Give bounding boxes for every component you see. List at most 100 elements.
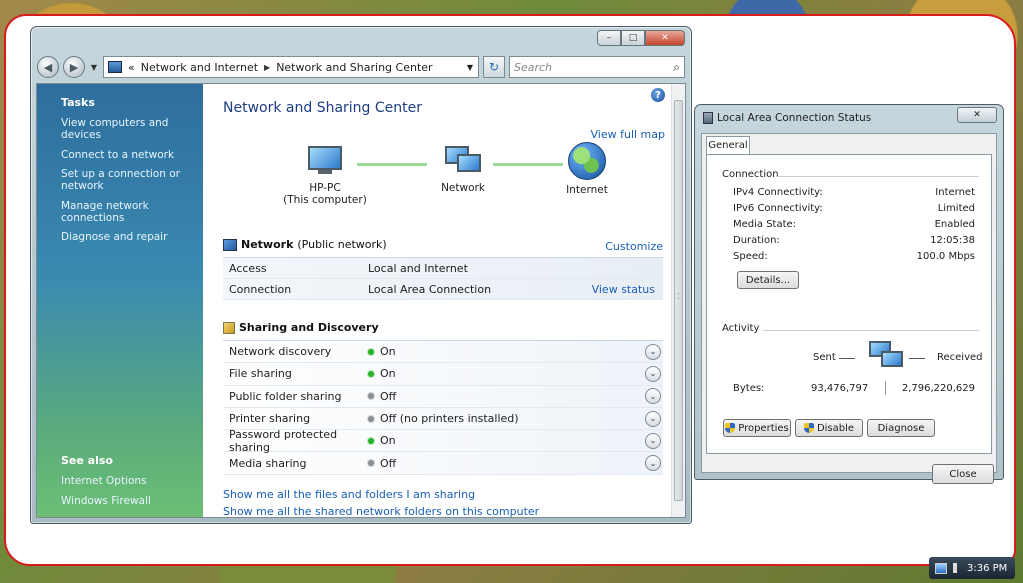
expand-chevron-icon[interactable]: ⌄ (645, 365, 661, 382)
network-name-label: Network (241, 238, 294, 251)
row-key: IPv4 Connectivity: (733, 187, 823, 198)
task-diagnose-repair[interactable]: Diagnose and repair (61, 231, 203, 243)
network-tray-icon[interactable] (935, 562, 947, 574)
caption-buttons: – □ ✕ (597, 30, 685, 46)
map-node-computer[interactable]: HP-PC (This computer) (279, 146, 371, 206)
breadcrumb-sharing-center[interactable]: Network and Sharing Center (276, 61, 432, 74)
row-value: Off (368, 390, 645, 403)
dialog-close-icon[interactable]: ✕ (957, 107, 997, 123)
system-tray: 3:36 PM (929, 557, 1015, 579)
bytes-sent: 93,476,797 (811, 383, 869, 394)
row-key: Connection (229, 282, 292, 296)
disable-button[interactable]: Disable (795, 419, 863, 437)
row-value: On (368, 434, 645, 447)
sharing-row: Media sharing Off ⌄ (223, 452, 663, 475)
sharing-icon (223, 321, 235, 334)
row-value: Enabled (934, 219, 975, 230)
status-dot-icon (368, 370, 374, 377)
breadcrumb-separator-icon[interactable]: ▶ (264, 63, 270, 72)
properties-label: Properties (738, 422, 789, 434)
address-bar[interactable]: « Network and Internet ▶ Network and Sha… (103, 56, 479, 78)
details-button[interactable]: Details... (737, 271, 799, 289)
map-link-line (357, 163, 427, 166)
row-key: Duration: (733, 235, 780, 246)
close-button[interactable]: ✕ (645, 30, 685, 46)
view-full-map-link[interactable]: View full map (591, 128, 666, 141)
show-shared-files-link[interactable]: Show me all the files and folders I am s… (223, 488, 539, 501)
network-icon (443, 146, 483, 178)
help-icon[interactable]: ? (651, 88, 665, 102)
view-status-link[interactable]: View status (592, 283, 663, 296)
map-node-internet[interactable]: Internet (557, 142, 617, 196)
diagnose-button[interactable]: Diagnose (867, 419, 935, 437)
sent-label: Sent (813, 352, 836, 363)
network-icon (223, 238, 237, 251)
speaker-icon[interactable] (953, 563, 961, 573)
scrollbar-thumb[interactable] (674, 100, 683, 501)
task-manage-connections[interactable]: Manage network connections (61, 200, 203, 224)
show-shared-folders-link[interactable]: Show me all the shared network folders o… (223, 505, 539, 518)
row-key: IPv6 Connectivity: (733, 203, 823, 214)
minimize-button[interactable]: – (597, 30, 621, 46)
bytes-received: 2,796,220,629 (901, 383, 975, 394)
address-overflow-icon[interactable]: « (128, 61, 135, 74)
clock[interactable]: 3:36 PM (967, 563, 1007, 574)
disable-label: Disable (816, 422, 855, 434)
row-value: Limited (937, 203, 975, 214)
network-details-table: Access Local and Internet Connection Loc… (223, 257, 663, 300)
status-text: Off (380, 389, 397, 403)
search-input[interactable]: Search ⌕ (509, 56, 685, 78)
status-dot-icon (368, 348, 374, 355)
forward-arrow-icon[interactable]: ▶ (63, 56, 85, 78)
vertical-scrollbar[interactable] (671, 84, 685, 517)
status-text: On (380, 434, 396, 448)
main-content: ? Network and Sharing Center View full m… (203, 84, 671, 518)
row-value: Local Area Connection (368, 282, 492, 296)
network-section-header: Network (Public network) (223, 238, 387, 251)
task-connect-network[interactable]: Connect to a network (61, 149, 203, 161)
customize-link[interactable]: Customize (605, 240, 663, 253)
search-icon[interactable]: ⌕ (673, 60, 680, 75)
row-key: Public folder sharing (229, 389, 342, 403)
refresh-button[interactable]: ↻ (483, 56, 505, 78)
maximize-button[interactable]: □ (621, 30, 645, 46)
status-text: Off (no printers installed) (380, 412, 519, 426)
breadcrumb-network-internet[interactable]: Network and Internet (141, 61, 258, 74)
computer-name: HP-PC (309, 182, 341, 194)
tab-general[interactable]: General (706, 136, 750, 155)
status-text: On (380, 345, 396, 359)
expand-chevron-icon[interactable]: ⌄ (645, 432, 661, 449)
ipv6-row: IPv6 Connectivity: Limited (733, 203, 975, 214)
expand-chevron-icon[interactable]: ⌄ (645, 410, 661, 427)
connection-status-dialog: Local Area Connection Status ✕ General C… (694, 104, 1004, 484)
row-key: Network discovery (229, 345, 332, 359)
recent-pages-dropdown-icon[interactable]: ▼ (89, 63, 99, 72)
sharing-title: Sharing and Discovery (239, 321, 379, 334)
sharing-row: Network discovery On ⌄ (223, 341, 663, 364)
tasks-pane: Tasks View computers and devices Connect… (37, 84, 203, 517)
back-arrow-icon[interactable]: ◀ (37, 56, 59, 78)
see-also-internet-options[interactable]: Internet Options (61, 475, 151, 487)
task-setup-connection[interactable]: Set up a connection or network (61, 168, 203, 192)
network-connection-icon (703, 112, 713, 124)
properties-button[interactable]: Properties (723, 419, 791, 437)
row-value: Off (no printers installed) (368, 412, 645, 425)
row-value: 12:05:38 (930, 235, 975, 246)
network-type-label: (Public network) (297, 238, 387, 251)
status-dot-icon (368, 437, 374, 444)
see-also-windows-firewall[interactable]: Windows Firewall (61, 495, 151, 507)
shield-icon (803, 423, 814, 433)
expand-chevron-icon[interactable]: ⌄ (645, 388, 661, 405)
close-dialog-button[interactable]: Close (932, 464, 994, 484)
expand-chevron-icon[interactable]: ⌄ (645, 455, 661, 472)
computer-sub: (This computer) (283, 194, 367, 206)
address-dropdown-icon[interactable]: ▼ (462, 63, 478, 72)
row-key: Speed: (733, 251, 768, 262)
map-node-network[interactable]: Network (423, 146, 503, 194)
expand-chevron-icon[interactable]: ⌄ (645, 343, 661, 360)
see-also-section: See also Internet Options Windows Firewa… (61, 454, 151, 514)
row-key: File sharing (229, 367, 292, 381)
bytes-label: Bytes: (733, 383, 765, 394)
task-view-computers[interactable]: View computers and devices (61, 117, 203, 141)
status-text: On (380, 367, 396, 381)
